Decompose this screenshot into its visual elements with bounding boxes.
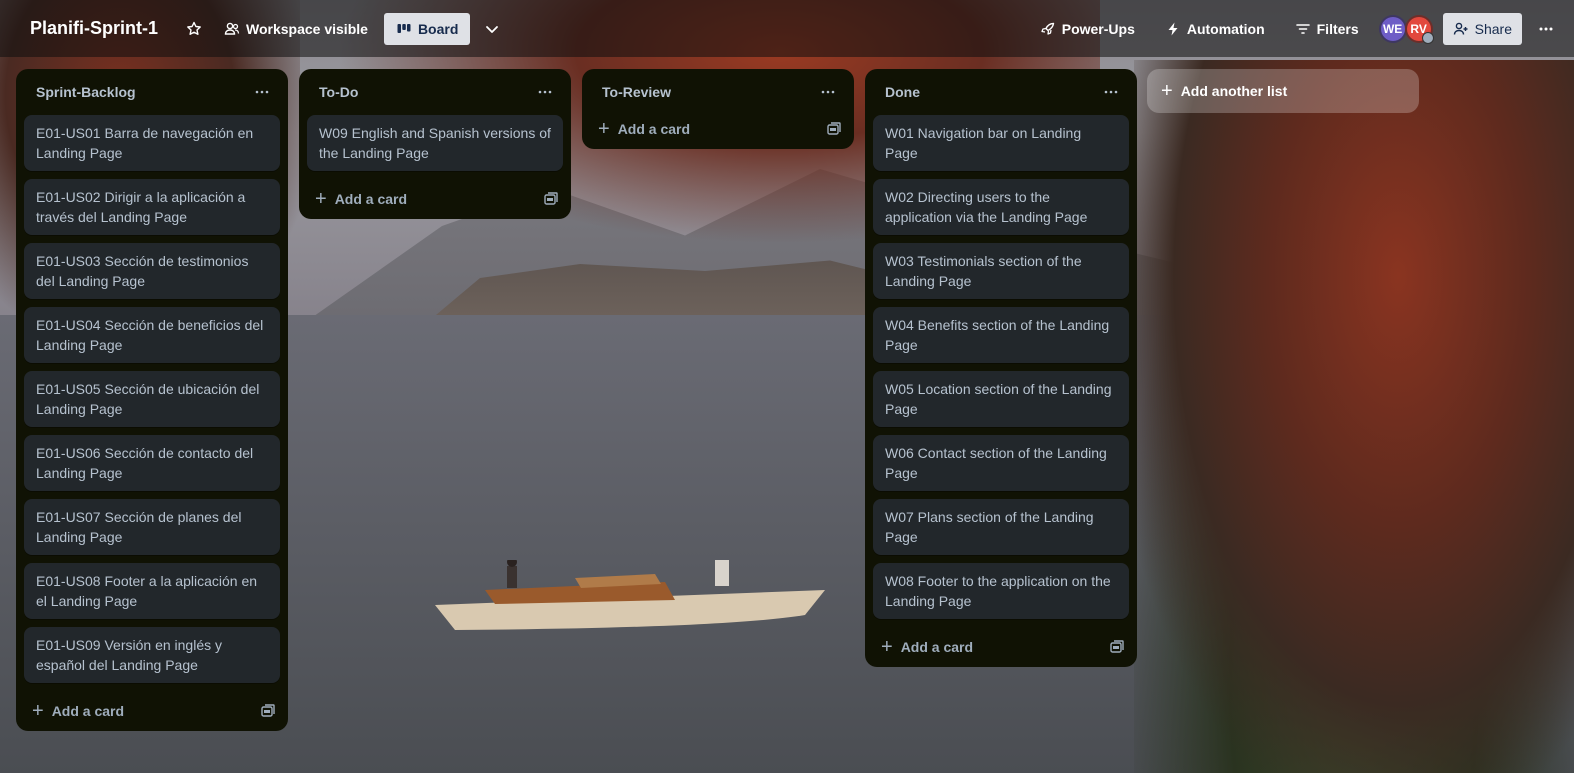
plus-icon: +	[1161, 80, 1173, 102]
card[interactable]: E01-US03 Sección de testimonios del Land…	[24, 243, 280, 299]
add-card-button[interactable]: + Add a card	[881, 637, 973, 657]
card[interactable]: E01-US07 Sección de planes del Landing P…	[24, 499, 280, 555]
template-icon[interactable]	[260, 703, 276, 719]
card[interactable]: W03 Testimonials section of the Landing …	[873, 243, 1129, 299]
plus-icon: +	[32, 700, 44, 722]
lightning-icon	[1168, 22, 1178, 35]
ellipsis-icon	[821, 90, 835, 94]
list-menu-button[interactable]	[248, 78, 276, 106]
add-card-label: Add a card	[334, 191, 408, 207]
list-menu-button[interactable]	[814, 78, 842, 106]
rocket-icon	[1041, 22, 1054, 35]
list-to-do: To-Do W09 English and Spanish versions o…	[299, 69, 571, 219]
card[interactable]: E01-US08 Footer a la aplicación en el La…	[24, 563, 280, 619]
star-button[interactable]	[180, 13, 208, 45]
board-view-button[interactable]: Board	[383, 12, 471, 45]
avatar[interactable]: WE	[1378, 14, 1407, 43]
list-title[interactable]: To-Do	[319, 84, 358, 100]
view-switcher-button[interactable]	[476, 13, 508, 45]
ellipsis-icon	[1539, 27, 1553, 30]
card[interactable]: W02 Directing users to the application v…	[873, 179, 1129, 235]
plus-icon: +	[315, 188, 327, 210]
star-icon	[187, 21, 201, 35]
template-icon[interactable]	[1109, 639, 1125, 655]
avatar[interactable]: RV	[1404, 14, 1434, 44]
filter-icon	[1295, 23, 1310, 34]
automation-label: Automation	[1186, 20, 1265, 37]
board-title[interactable]: Planifi-Sprint-1	[30, 18, 158, 39]
list-footer: + Add a card	[582, 109, 854, 149]
background-foliage-right	[1134, 60, 1574, 773]
add-card-label: Add a card	[617, 121, 691, 137]
card[interactable]: W05 Location section of the Landing Page	[873, 371, 1129, 427]
card-list: W01 Navigation bar on Landing Page W02 D…	[865, 115, 1137, 619]
card[interactable]: W09 English and Spanish versions of the …	[307, 115, 563, 171]
workspace-visibility-button[interactable]: Workspace visible	[216, 13, 376, 45]
card[interactable]: E01-US05 Sección de ubicación del Landin…	[24, 371, 280, 427]
list-header: Done	[865, 69, 1137, 115]
ellipsis-icon	[1104, 90, 1118, 94]
board-header: Planifi-Sprint-1 Workspace visible Board…	[0, 0, 1574, 57]
card[interactable]: E01-US02 Dirigir a la aplicación a travé…	[24, 179, 280, 235]
list-footer: + Add a card	[16, 691, 288, 731]
card[interactable]: W01 Navigation bar on Landing Page	[873, 115, 1129, 171]
card[interactable]: E01-US09 Versión en inglés y español del…	[24, 627, 280, 683]
card[interactable]: W06 Contact section of the Landing Page	[873, 435, 1129, 491]
list-header: Sprint-Backlog	[16, 69, 288, 115]
board-view-label: Board	[417, 20, 459, 37]
add-card-label: Add a card	[900, 639, 974, 655]
list-title[interactable]: Sprint-Backlog	[36, 84, 136, 100]
filters-button[interactable]: Filters	[1287, 13, 1367, 45]
card-list: W09 English and Spanish versions of the …	[299, 115, 571, 171]
card-list: E01-US01 Barra de navegación en Landing …	[16, 115, 288, 683]
card[interactable]: E01-US04 Sección de beneficios del Landi…	[24, 307, 280, 363]
add-card-button[interactable]: + Add a card	[32, 701, 124, 721]
board-menu-button[interactable]	[1530, 13, 1562, 45]
add-card-button[interactable]: + Add a card	[598, 119, 690, 139]
add-card-label: Add a card	[51, 703, 125, 719]
add-list-label: Add another list	[1180, 83, 1288, 99]
list-title[interactable]: Done	[885, 84, 920, 100]
list-title[interactable]: To-Review	[602, 84, 671, 100]
list-done: Done W01 Navigation bar on Landing Page …	[865, 69, 1137, 667]
card[interactable]: E01-US06 Sección de contacto del Landing…	[24, 435, 280, 491]
power-ups-label: Power-Ups	[1061, 20, 1135, 37]
template-icon[interactable]	[826, 121, 842, 137]
list-to-review: To-Review + Add a card	[582, 69, 854, 149]
power-ups-button[interactable]: Power-Ups	[1032, 13, 1143, 45]
list-footer: + Add a card	[299, 179, 571, 219]
card[interactable]: W07 Plans section of the Landing Page	[873, 499, 1129, 555]
chevron-down-icon	[486, 25, 499, 33]
share-button[interactable]: Share	[1442, 12, 1522, 45]
admin-badge-icon	[1421, 31, 1434, 44]
board-members: WE RV	[1378, 14, 1434, 44]
card[interactable]: W08 Footer to the application on the Lan…	[873, 563, 1129, 619]
add-person-icon	[1453, 22, 1468, 35]
board-icon	[397, 23, 411, 33]
background-boat	[435, 560, 825, 630]
people-icon	[224, 22, 240, 35]
filters-label: Filters	[1316, 20, 1359, 37]
automation-button[interactable]: Automation	[1157, 13, 1273, 45]
share-label: Share	[1474, 20, 1512, 37]
ellipsis-icon	[538, 90, 552, 94]
list-menu-button[interactable]	[1097, 78, 1125, 106]
plus-icon: +	[598, 118, 610, 140]
plus-icon: +	[881, 636, 893, 658]
avatar-initials: WE	[1382, 21, 1403, 36]
card[interactable]: W04 Benefits section of the Landing Page	[873, 307, 1129, 363]
list-footer: + Add a card	[865, 627, 1137, 667]
list-menu-button[interactable]	[531, 78, 559, 106]
add-list-button[interactable]: + Add another list	[1147, 69, 1419, 113]
template-icon[interactable]	[543, 191, 559, 207]
list-header: To-Do	[299, 69, 571, 115]
ellipsis-icon	[255, 90, 269, 94]
add-card-button[interactable]: + Add a card	[315, 189, 407, 209]
card[interactable]: E01-US01 Barra de navegación en Landing …	[24, 115, 280, 171]
workspace-visibility-label: Workspace visible	[246, 20, 368, 37]
list-sprint-backlog: Sprint-Backlog E01-US01 Barra de navegac…	[16, 69, 288, 731]
